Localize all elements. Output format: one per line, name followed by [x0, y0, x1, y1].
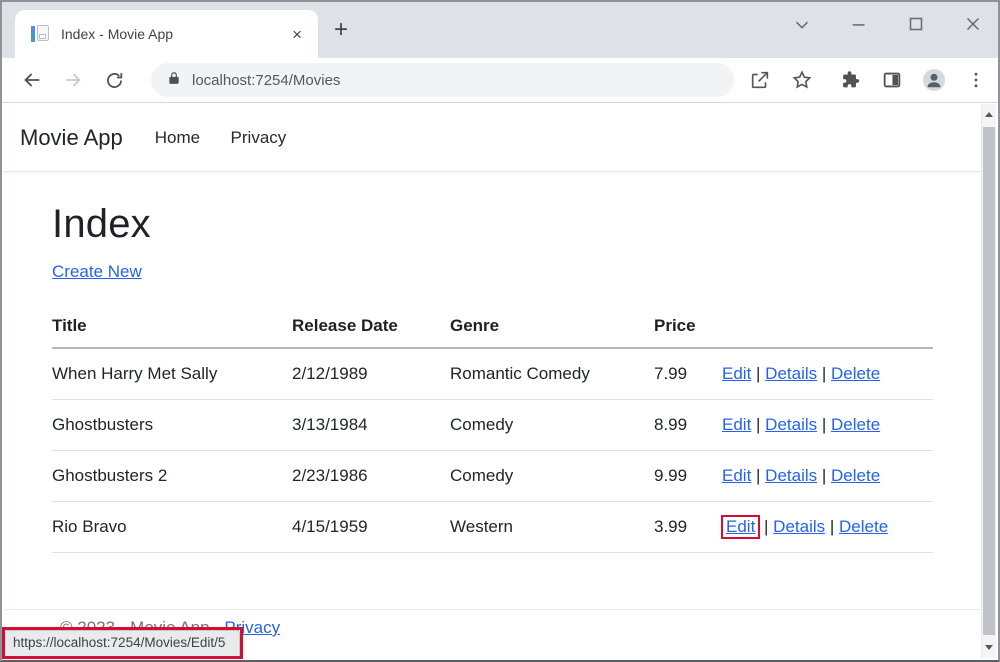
table-row: Rio Bravo 4/15/1959 Western 3.99 Edit | …	[52, 502, 933, 553]
browser-toolbar: localhost:7254/Movies	[2, 58, 998, 103]
cell-actions: Edit | Details | Delete	[722, 451, 933, 502]
col-header-title: Title	[52, 310, 292, 348]
details-link[interactable]: Details	[765, 415, 817, 434]
cell-title: When Harry Met Sally	[52, 348, 292, 400]
col-header-actions	[722, 310, 933, 348]
details-link[interactable]: Details	[773, 517, 825, 536]
profile-avatar[interactable]	[922, 68, 946, 92]
cell-actions: Edit | Details | Delete	[722, 348, 933, 400]
tab-favicon-icon	[31, 24, 51, 44]
table-row: When Harry Met Sally 2/12/1989 Romantic …	[52, 348, 933, 400]
cell-price: 9.99	[654, 451, 722, 502]
cell-price: 8.99	[654, 400, 722, 451]
maximize-button[interactable]	[905, 13, 927, 35]
table-header-row: Title Release Date Genre Price	[52, 310, 933, 348]
scrollbar-thumb[interactable]	[983, 127, 995, 635]
cell-genre: Western	[450, 502, 654, 553]
close-window-button[interactable]	[962, 13, 984, 35]
cell-genre: Comedy	[450, 451, 654, 502]
share-icon[interactable]	[748, 68, 772, 92]
back-button[interactable]	[20, 68, 44, 92]
cell-title: Ghostbusters 2	[52, 451, 292, 502]
address-bar[interactable]: localhost:7254/Movies	[151, 63, 734, 97]
delete-link[interactable]: Delete	[839, 517, 888, 536]
nav-link-home[interactable]: Home	[155, 128, 200, 147]
scrollbar-up-arrow[interactable]	[982, 106, 996, 122]
movies-table-body: When Harry Met Sally 2/12/1989 Romantic …	[52, 348, 933, 553]
side-panel-icon[interactable]	[880, 68, 904, 92]
cell-title: Ghostbusters	[52, 400, 292, 451]
edit-link[interactable]: Edit	[721, 515, 760, 539]
cell-release-date: 4/15/1959	[292, 502, 450, 553]
status-bar-url: https://localhost:7254/Movies/Edit/5	[5, 630, 240, 656]
lock-icon[interactable]	[167, 71, 181, 90]
table-row: Ghostbusters 2 2/23/1986 Comedy 9.99 Edi…	[52, 451, 933, 502]
minimize-button[interactable]	[848, 13, 870, 35]
extensions-puzzle-icon[interactable]	[838, 68, 862, 92]
page-scrollbar[interactable]	[981, 104, 996, 658]
col-header-genre: Genre	[450, 310, 654, 348]
nav-link-privacy[interactable]: Privacy	[231, 128, 287, 147]
cell-price: 7.99	[654, 348, 722, 400]
col-header-release-date: Release Date	[292, 310, 450, 348]
url-text: localhost:7254/Movies	[192, 72, 340, 89]
cell-price: 3.99	[654, 502, 722, 553]
edit-link[interactable]: Edit	[722, 364, 751, 383]
browser-window: Index - Movie App × +	[0, 0, 1000, 662]
tab-strip: Index - Movie App × +	[2, 2, 998, 58]
brand-link[interactable]: Movie App	[20, 125, 123, 151]
cell-actions: Edit | Details | Delete	[722, 400, 933, 451]
new-tab-button[interactable]: +	[334, 20, 348, 40]
page-viewport: Movie App Home Privacy Index Create New …	[4, 104, 981, 658]
cell-actions: Edit | Details | Delete	[722, 502, 933, 553]
create-new-link[interactable]: Create New	[52, 262, 142, 282]
col-header-price: Price	[654, 310, 722, 348]
delete-link[interactable]: Delete	[831, 364, 880, 383]
bookmark-star-icon[interactable]	[790, 68, 814, 92]
cell-release-date: 2/23/1986	[292, 451, 450, 502]
reload-button[interactable]	[102, 68, 126, 92]
status-bar-annotation-box: https://localhost:7254/Movies/Edit/5	[2, 627, 243, 659]
edit-link[interactable]: Edit	[722, 466, 751, 485]
tab-title: Index - Movie App	[61, 26, 278, 42]
movies-table: Title Release Date Genre Price When Harr…	[52, 310, 933, 553]
menu-dots-icon[interactable]	[964, 68, 988, 92]
delete-link[interactable]: Delete	[831, 415, 880, 434]
cell-release-date: 2/12/1989	[292, 348, 450, 400]
site-nav: Home Privacy	[155, 128, 313, 148]
page-title: Index	[52, 202, 933, 247]
delete-link[interactable]: Delete	[831, 466, 880, 485]
chevron-down-icon[interactable]	[791, 13, 813, 35]
cell-title: Rio Bravo	[52, 502, 292, 553]
scrollbar-down-arrow[interactable]	[982, 639, 996, 655]
forward-button[interactable]	[61, 68, 85, 92]
table-row: Ghostbusters 3/13/1984 Comedy 8.99 Edit …	[52, 400, 933, 451]
cell-release-date: 3/13/1984	[292, 400, 450, 451]
site-navbar: Movie App Home Privacy	[4, 104, 981, 172]
cell-genre: Comedy	[450, 400, 654, 451]
details-link[interactable]: Details	[765, 364, 817, 383]
details-link[interactable]: Details	[765, 466, 817, 485]
cell-genre: Romantic Comedy	[450, 348, 654, 400]
main-content: Index Create New Title Release Date Genr…	[4, 172, 981, 553]
browser-tab[interactable]: Index - Movie App ×	[15, 10, 318, 58]
edit-link[interactable]: Edit	[722, 415, 751, 434]
tab-close-icon[interactable]: ×	[288, 24, 306, 45]
